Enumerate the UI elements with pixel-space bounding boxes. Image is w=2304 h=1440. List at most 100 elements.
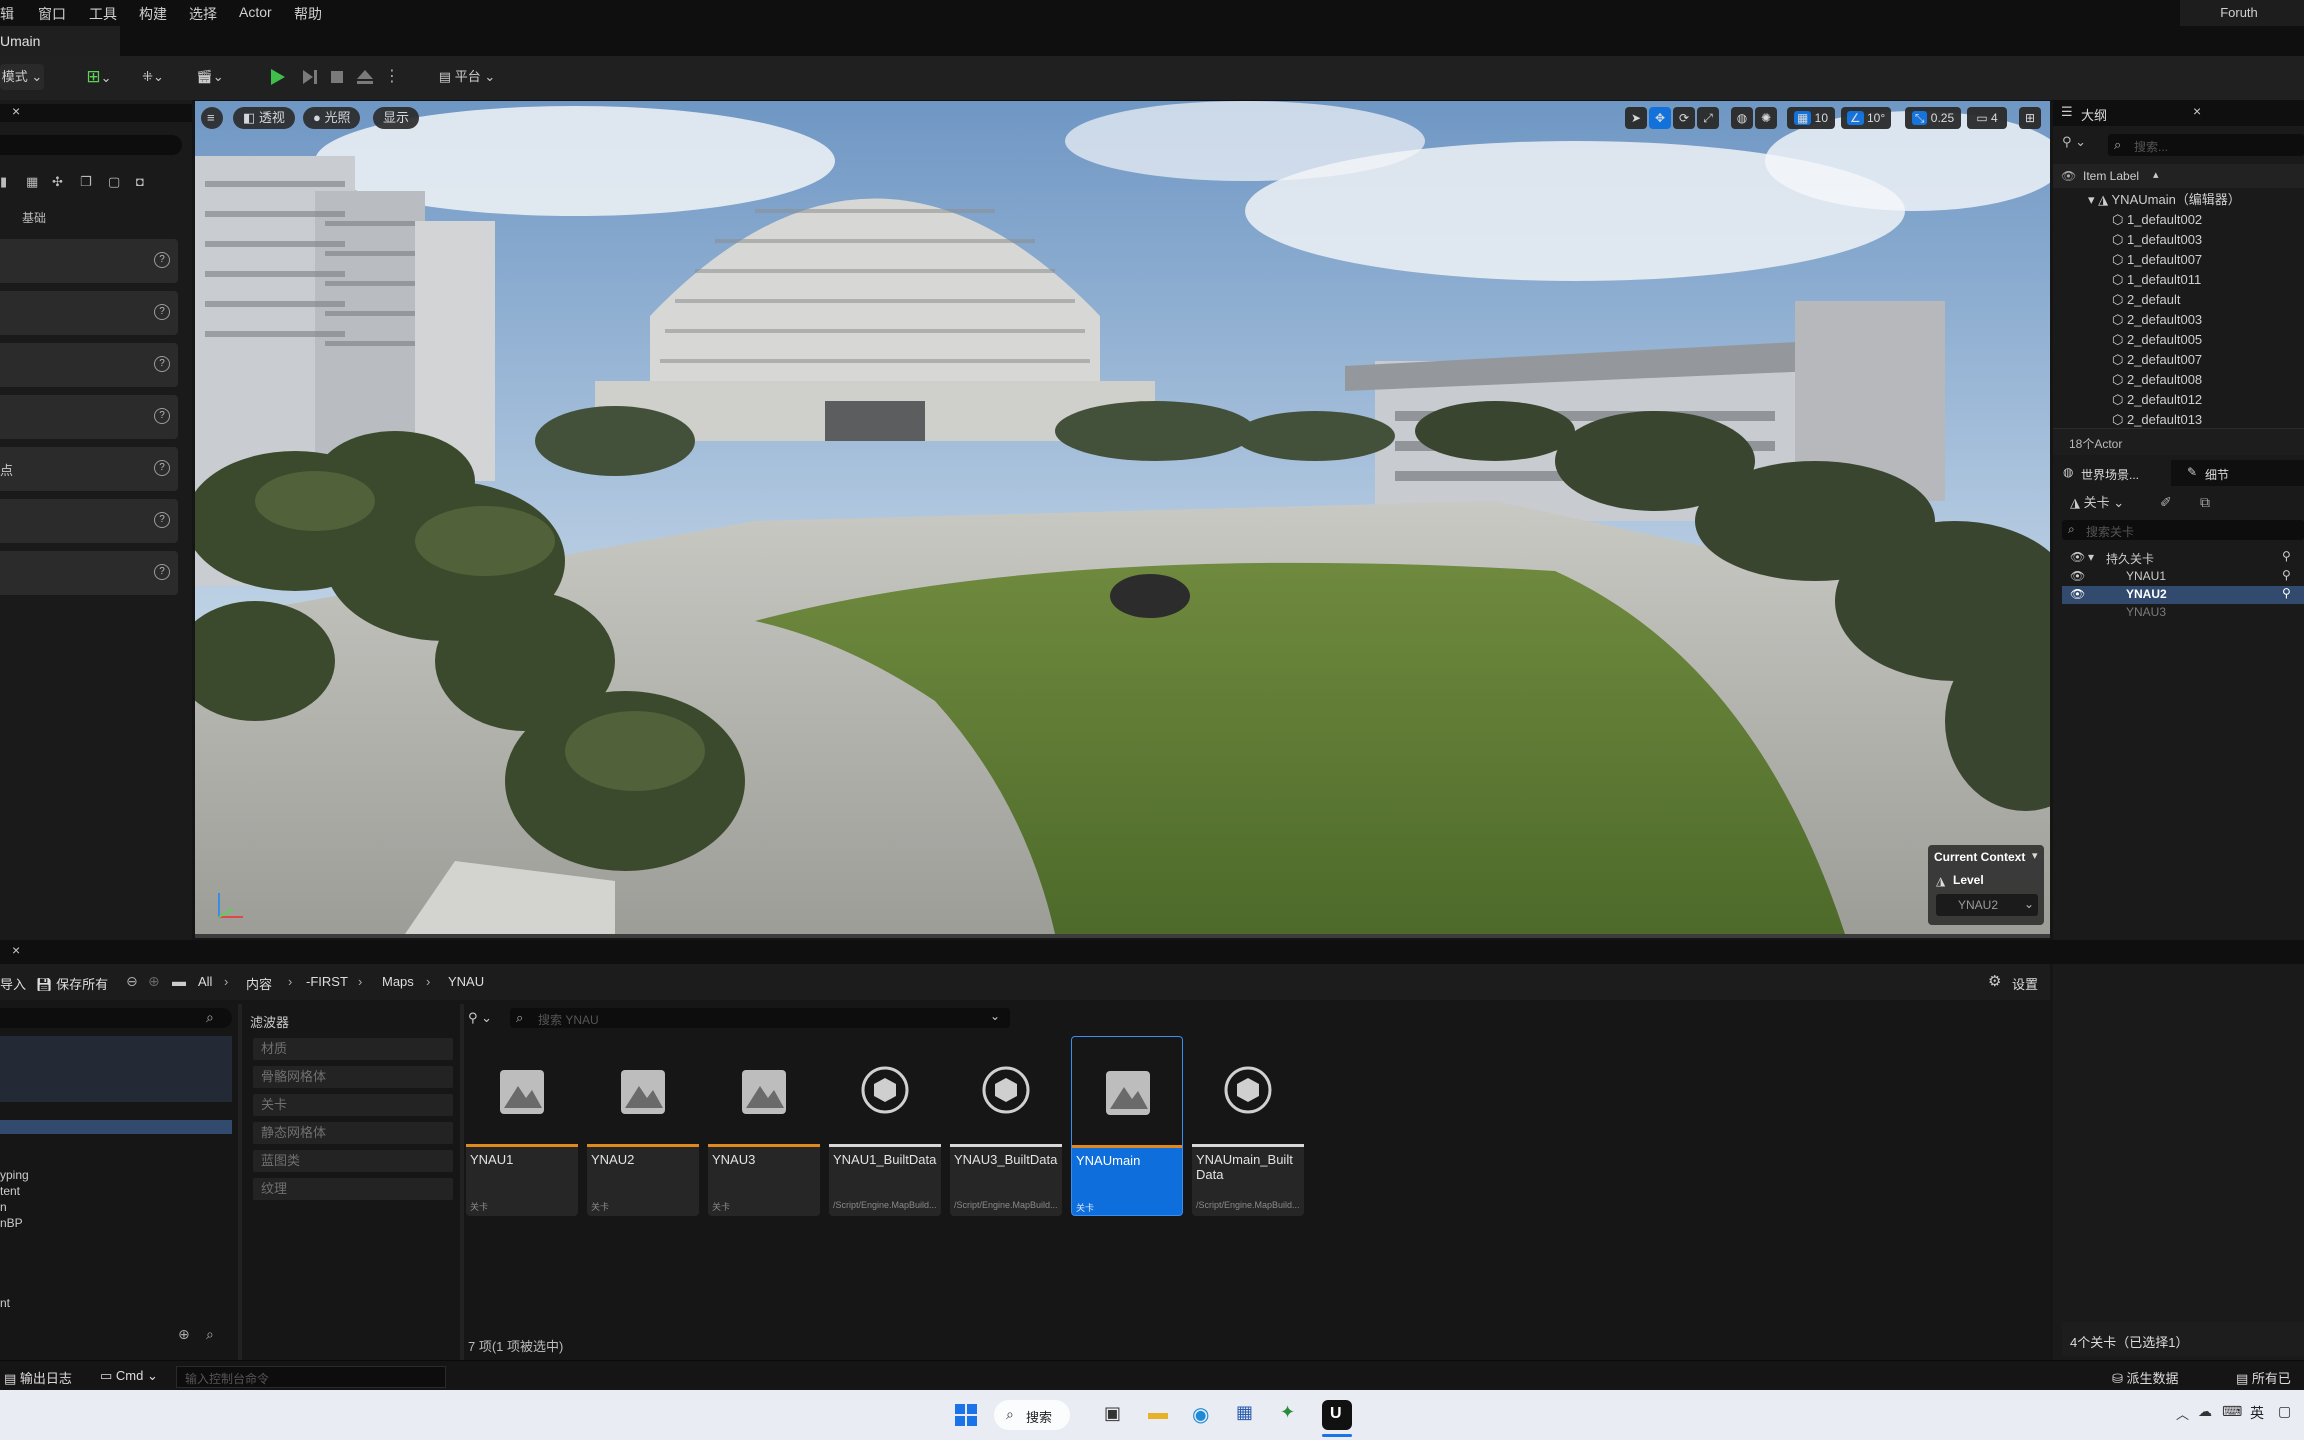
unreal-engine-icon[interactable]: U	[1322, 1400, 1352, 1430]
lock-icon[interactable]: ⚲	[2282, 586, 2291, 600]
blueprint-button[interactable]: ⁜⌄	[133, 64, 173, 90]
outliner-item[interactable]: ⬡ 1_default011	[2112, 270, 2201, 290]
outliner-item[interactable]: ⬡ 2_default012	[2112, 390, 2202, 410]
lights-icon[interactable]: ✣	[52, 174, 63, 190]
filter-item[interactable]: 蓝图类	[253, 1150, 453, 1172]
volumes-icon[interactable]: ◘	[136, 174, 144, 189]
asset-tile[interactable]: YNAU2 关卡	[587, 1036, 699, 1216]
outliner-item[interactable]: ⬡ 2_default008	[2112, 370, 2202, 390]
folder-tree-selected-row[interactable]	[0, 1120, 232, 1134]
breadcrumb-item[interactable]: Maps	[382, 974, 414, 989]
outliner-search-input[interactable]: ⌕ 搜索...	[2108, 134, 2304, 156]
help-icon[interactable]: ?	[154, 460, 170, 476]
outliner-item[interactable]: ⬡ 1_default002	[2112, 210, 2202, 230]
settings-button[interactable]: 设置	[2012, 974, 2038, 993]
taskbar-search[interactable]: ⌕ 搜索	[994, 1400, 1070, 1430]
place-actor-row[interactable]: ?	[0, 395, 178, 439]
asset-tile[interactable]: YNAU1_BuiltData /Script/Engine.MapBuild.…	[829, 1036, 941, 1216]
menu-select[interactable]: 选择	[189, 4, 217, 24]
world-tab[interactable]: ◍ 世界场景...	[2053, 460, 2171, 486]
viewport-splitter[interactable]	[195, 934, 2050, 938]
platform-dropdown[interactable]: ▤ 平台 ⌄	[432, 64, 502, 90]
recent-icon[interactable]: ▮	[0, 174, 7, 190]
menu-tools[interactable]: 工具	[89, 4, 117, 24]
show-button[interactable]: 显示	[373, 107, 420, 129]
lock-icon[interactable]: ⚲	[2282, 549, 2291, 563]
folder-tree-item[interactable]: nBP	[0, 1216, 23, 1230]
folder-search-input[interactable]: ⌕	[0, 1008, 232, 1028]
outliner-item[interactable]: ⬡ 2_default005	[2112, 330, 2202, 350]
outliner-item[interactable]: ⬡ 2_default003	[2112, 310, 2202, 330]
chevron-down-icon[interactable]: ▾	[2032, 849, 2038, 862]
asset-tile[interactable]: YNAUmain_BuiltData /Script/Engine.MapBui…	[1192, 1036, 1304, 1216]
outliner-item[interactable]: ⬡ 2_default	[2112, 290, 2180, 310]
notification-icon[interactable]: ▢	[2278, 1403, 2291, 1420]
viewport-layout-button[interactable]: ⊞	[2019, 107, 2041, 129]
mode-dropdown[interactable]: 模式 ⌄	[0, 64, 44, 90]
visual-effects-icon[interactable]: ▢	[108, 174, 120, 190]
select-mode-button[interactable]: ➤	[1625, 107, 1647, 129]
close-icon[interactable]: ×	[2193, 103, 2201, 119]
outliner-item[interactable]: ⬡ 1_default007	[2112, 250, 2202, 270]
output-log-button[interactable]: ▤ 输出日志	[4, 1368, 72, 1387]
rotation-snap-button[interactable]: ∠ 10°	[1841, 107, 1891, 129]
details-tab[interactable]: ✎ 细节	[2181, 460, 2281, 486]
level-row[interactable]: YNAU3	[2062, 604, 2304, 622]
help-icon[interactable]: ?	[154, 512, 170, 528]
breadcrumb-item[interactable]: All	[198, 974, 212, 989]
place-actor-row[interactable]: ?	[0, 291, 178, 335]
lit-mode-button[interactable]: ● 光照	[303, 107, 361, 129]
level-row-selected[interactable]: 👁︎ YNAU2 ⚲	[2062, 586, 2304, 604]
basic-shapes-icon[interactable]: ▦	[26, 174, 38, 190]
viewport-menu-button[interactable]: ≡	[201, 107, 223, 129]
scale-snap-button[interactable]: ⤡ 0.25	[1905, 107, 1961, 129]
close-icon[interactable]: ×	[12, 103, 20, 119]
folder-tree-item[interactable]: tent	[0, 1184, 20, 1198]
scale-mode-button[interactable]: ⤢	[1697, 107, 1719, 129]
network-icon[interactable]: ⌨	[2222, 1403, 2242, 1420]
menu-edit[interactable]: 辑	[0, 4, 14, 24]
edge-browser-icon[interactable]: ◉	[1192, 1402, 1209, 1427]
search-icon[interactable]: ⌕	[206, 1326, 214, 1343]
save-all-button[interactable]: 💾︎ 保存所有	[36, 974, 108, 993]
visibility-icon[interactable]: 👁︎	[2070, 550, 2085, 564]
level-tab[interactable]: Umain	[0, 26, 120, 56]
visibility-icon[interactable]: 👁︎	[2070, 587, 2085, 601]
breadcrumb-item[interactable]: YNAU	[448, 974, 484, 989]
outliner-item[interactable]: ⬡ 1_default003	[2112, 230, 2202, 250]
chevron-down-icon[interactable]: ⌄	[990, 1009, 1000, 1023]
console-input[interactable]: 输入控制台命令	[176, 1366, 446, 1388]
more-options-icon[interactable]: ⋮	[384, 66, 400, 88]
surface-snap-button[interactable]: ✺	[1755, 107, 1777, 129]
place-actor-row[interactable]: ?	[0, 551, 178, 595]
file-explorer-icon[interactable]: ▬	[1148, 1402, 1168, 1425]
derived-data-button[interactable]: ⛁ 派生数据	[2112, 1368, 2179, 1387]
asset-filter-button[interactable]: ⚲ ⌄	[468, 1010, 492, 1026]
add-level-icon[interactable]: ⧉	[2200, 494, 2210, 511]
add-actor-button[interactable]: ⊞⌄	[78, 64, 120, 90]
close-icon[interactable]: ×	[12, 942, 20, 958]
outliner-root-row[interactable]: ▾ ◮ YNAUmain（编辑器）	[2088, 190, 2241, 210]
eject-button[interactable]	[354, 66, 376, 88]
folder-splitter[interactable]	[238, 1004, 242, 1360]
context-level-dropdown[interactable]: YNAU2 ⌄	[1936, 894, 2038, 916]
filter-item[interactable]: 纹理	[253, 1178, 453, 1200]
store-icon[interactable]: ▦	[1236, 1402, 1253, 1423]
ime-indicator[interactable]: 英	[2250, 1403, 2264, 1423]
cinematics-button[interactable]: 🎬︎⌄	[190, 64, 230, 90]
gear-icon[interactable]: ⚙	[1988, 972, 2001, 990]
levels-search-input[interactable]: ⌕ 搜索关卡	[2062, 520, 2304, 540]
filter-splitter[interactable]	[460, 1004, 464, 1360]
folder-tree-item[interactable]: yping	[0, 1168, 29, 1182]
asset-tile[interactable]: YNAU3_BuiltData /Script/Engine.MapBuild.…	[950, 1036, 1062, 1216]
outliner-item[interactable]: ⬡ 2_default013	[2112, 410, 2202, 430]
place-actor-row[interactable]: 点?	[0, 447, 178, 491]
folder-tree-item[interactable]: n	[0, 1200, 7, 1214]
chevron-up-icon[interactable]: ︿	[2176, 1404, 2189, 1423]
folder-icon[interactable]: ▬	[172, 973, 186, 989]
camera-speed-button[interactable]: ▭ 4	[1967, 107, 2007, 129]
task-view-icon[interactable]: ▣	[1104, 1403, 1121, 1424]
filter-item[interactable]: 静态网格体	[253, 1122, 453, 1144]
help-icon[interactable]: ?	[154, 408, 170, 424]
filter-item[interactable]: 关卡	[253, 1094, 453, 1116]
